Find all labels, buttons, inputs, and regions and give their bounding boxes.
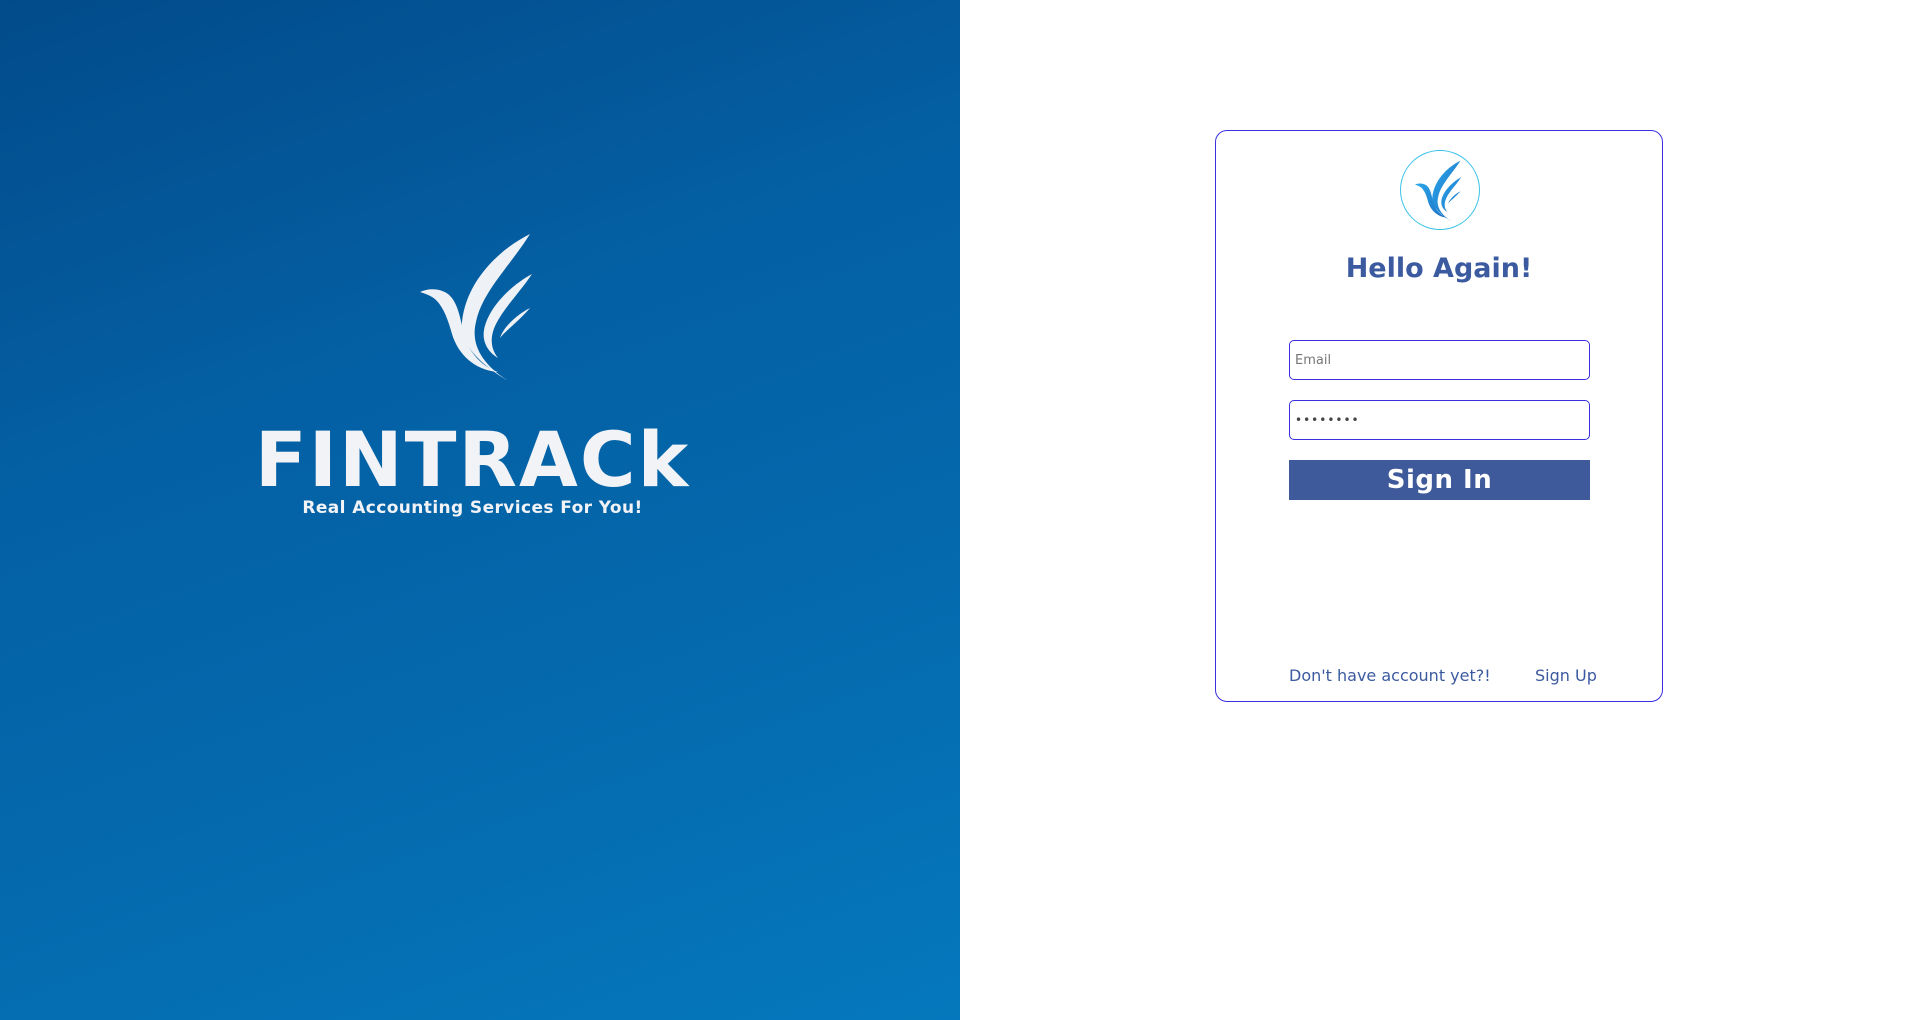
signup-prompt: Don't have account yet?!	[1289, 666, 1491, 685]
login-title: Hello Again!	[1345, 253, 1533, 284]
login-card: Hello Again! Sign In Don't have account …	[1215, 130, 1663, 702]
card-logo	[1400, 150, 1480, 230]
sign-up-link[interactable]: Sign Up	[1535, 666, 1597, 685]
sign-in-button[interactable]: Sign In	[1289, 460, 1590, 500]
bird-logo-icon	[1414, 160, 1462, 221]
email-field[interactable]	[1289, 340, 1590, 380]
brand-title: FINTRACk	[254, 415, 691, 504]
brand-tagline: Real Accounting Services For You!	[302, 498, 643, 518]
login-page: FINTRACk Real Accounting Services For Yo…	[0, 0, 1915, 1020]
password-field[interactable]	[1289, 400, 1590, 440]
bird-logo-icon	[418, 230, 543, 382]
brand-panel: FINTRACk Real Accounting Services For Yo…	[0, 0, 960, 1020]
login-panel: Hello Again! Sign In Don't have account …	[960, 0, 1915, 1020]
